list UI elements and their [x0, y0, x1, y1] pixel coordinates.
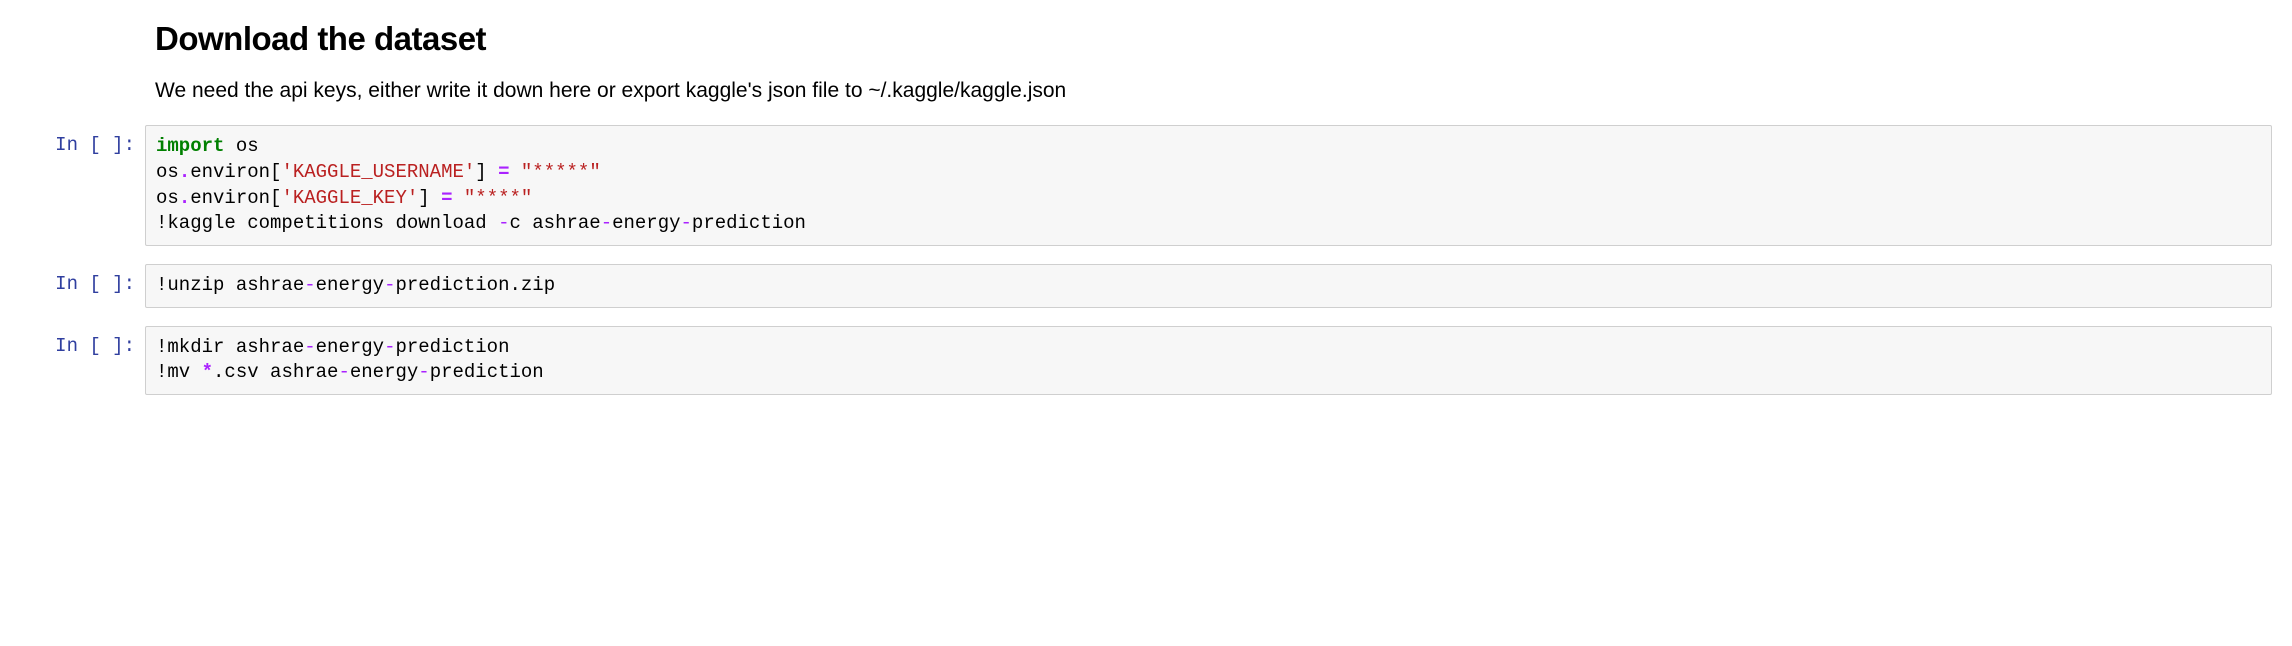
section-description: We need the api keys, either write it do…: [155, 76, 2282, 105]
code-cell-3[interactable]: In [ ]: !mkdir ashrae-energy-prediction …: [10, 326, 2282, 395]
code-cell-2[interactable]: In [ ]: !unzip ashrae-energy-prediction.…: [10, 264, 2282, 308]
input-prompt: In [ ]:: [10, 326, 145, 357]
input-prompt: In [ ]:: [10, 125, 145, 156]
code-input[interactable]: !mkdir ashrae-energy-prediction !mv *.cs…: [145, 326, 2272, 395]
input-prompt: In [ ]:: [10, 264, 145, 295]
notebook: Download the dataset We need the api key…: [10, 20, 2282, 395]
code-input[interactable]: import os os.environ['KAGGLE_USERNAME'] …: [145, 125, 2272, 246]
markdown-cell: Download the dataset We need the api key…: [10, 20, 2282, 105]
code-cell-1[interactable]: In [ ]: import os os.environ['KAGGLE_USE…: [10, 125, 2282, 246]
code-input[interactable]: !unzip ashrae-energy-prediction.zip: [145, 264, 2272, 308]
section-heading: Download the dataset: [155, 20, 2282, 58]
